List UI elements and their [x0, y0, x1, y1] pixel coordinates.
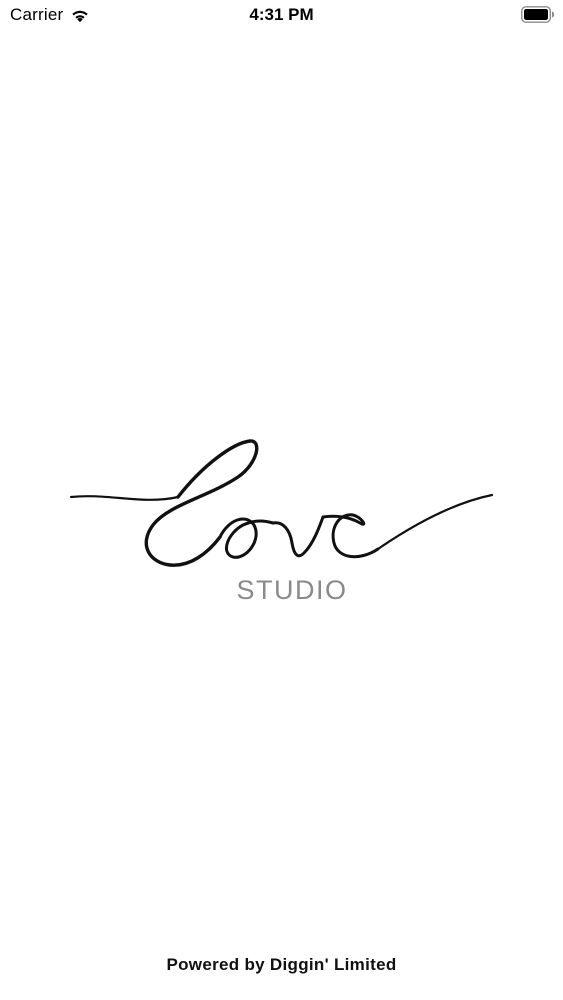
cove-studio-logo: STUDIO — [68, 425, 498, 610]
status-time: 4:31 PM — [249, 5, 314, 24]
logo-graphic: STUDIO — [69, 439, 494, 605]
status-bar: Carrier 4:31 PM — [0, 0, 563, 30]
battery-icon — [521, 6, 555, 23]
logo-subtitle: STUDIO — [236, 575, 347, 605]
powered-by-footer: Powered by Diggin' Limited — [166, 955, 397, 974]
splash-screen: Carrier 4:31 PM STUDIO Powered by Diggin… — [0, 0, 563, 1000]
